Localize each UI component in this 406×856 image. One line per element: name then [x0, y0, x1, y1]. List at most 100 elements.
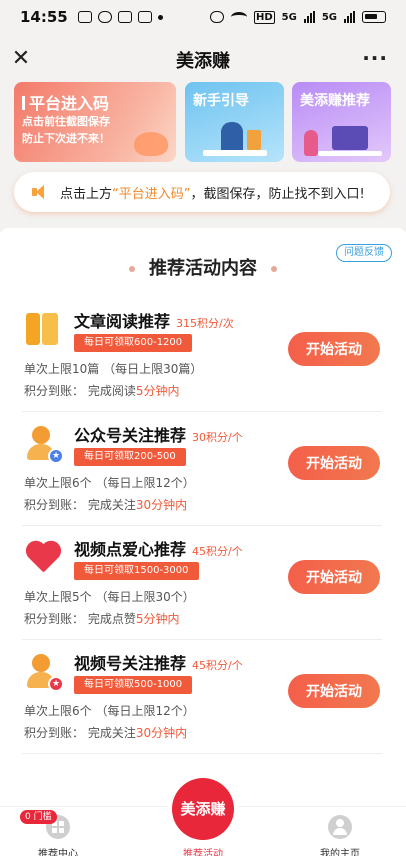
- page-title: 美添赚: [176, 51, 230, 72]
- signal-label: 5G: [281, 11, 297, 23]
- person-icon: [328, 815, 352, 839]
- system-icons: HD 5G 5G: [209, 10, 386, 24]
- task-limit: 单次上限5个 （每日上限30个）: [24, 590, 195, 604]
- more-options-icon[interactable]: ···: [362, 46, 388, 70]
- task-name-text: 公众号关注推荐: [74, 426, 187, 445]
- task-name: 视频点爱心推荐 45积分/个: [74, 536, 243, 560]
- close-icon[interactable]: ✕: [10, 48, 32, 70]
- user-head-shape: [32, 426, 50, 444]
- task-item: 视频点爱心推荐 45积分/个 每日可领取1500-3000 单次上限5个 （每日上…: [22, 526, 382, 640]
- start-activity-button[interactable]: 开始活动: [288, 560, 380, 594]
- banner-illustration: [304, 130, 318, 156]
- heart-icon: [24, 538, 62, 576]
- task-settle: 积分到账： 完成点赞5分钟内: [24, 610, 179, 627]
- banner-title: 新手引导: [193, 93, 249, 109]
- status-bar: 14:55 HD 5G 5G: [0, 0, 406, 34]
- task-settle-label: 积分到账： 完成关注: [24, 726, 136, 740]
- title-dot-icon: [271, 266, 277, 272]
- task-name-text: 视频点爱心推荐: [74, 540, 187, 559]
- task-daily-badge: 每日可领取200-500: [74, 448, 186, 466]
- section-title-text: 推荐活动内容: [149, 258, 257, 279]
- hd-label: HD: [253, 10, 275, 24]
- task-name-text: 视频号关注推荐: [74, 654, 187, 673]
- task-settle-time: 5分钟内: [135, 384, 180, 398]
- task-settle-label: 积分到账： 完成阅读: [24, 384, 136, 398]
- battery-icon: [362, 11, 386, 23]
- wechat-notification-icon: [137, 11, 152, 23]
- user-star-red-icon: ★: [24, 652, 64, 692]
- task-item: ★ 公众号关注推荐 30积分/个 每日可领取200-500 单次上限6个 （每日上…: [22, 412, 382, 526]
- task-settle: 积分到账： 完成阅读5分钟内: [24, 382, 179, 399]
- notice-text-2: ，截图保存，防止找不到入口!: [190, 186, 365, 202]
- user-star-icon: ★: [24, 424, 64, 464]
- banner-illustration: [134, 132, 168, 156]
- signal-label-2: 5G: [321, 11, 337, 23]
- task-name: 文章阅读推荐 315积分/次: [74, 308, 234, 332]
- task-settle-label: 积分到账： 完成点赞: [24, 612, 136, 626]
- chat-notification-icon: [97, 11, 112, 23]
- task-settle-time: 5分钟内: [135, 612, 180, 626]
- task-points: 45积分/个: [192, 545, 243, 558]
- task-name: 公众号关注推荐 30积分/个: [74, 422, 243, 446]
- task-limit: 单次上限6个 （每日上限12个）: [24, 476, 195, 490]
- task-item: 文章阅读推荐 315积分/次 每日可领取600-1200 单次上限10篇 （每日上…: [22, 298, 382, 412]
- task-daily-badge: 每日可领取600-1200: [74, 334, 193, 352]
- alarm-icon: [209, 11, 224, 23]
- task-name: 视频号关注推荐 45积分/个: [74, 650, 243, 674]
- task-settle-time: 30分钟内: [135, 498, 188, 512]
- notice-text: 点击上方: [60, 186, 113, 202]
- banner-illustration: [332, 126, 368, 150]
- start-activity-button[interactable]: 开始活动: [288, 674, 380, 708]
- zero-threshold-badge: 0 门槛: [20, 810, 57, 824]
- signal-icon-2: [344, 11, 355, 23]
- banner-beginner-guide[interactable]: 新手引导: [185, 82, 284, 162]
- banner-title: 美添赚推荐: [300, 93, 370, 109]
- activity-content: 问题反馈 推荐活动内容 文章阅读推荐 315积分/次 每日可领取600-1200 …: [0, 228, 406, 806]
- message-notification-icon: [117, 11, 132, 23]
- star-badge-icon: ★: [48, 676, 64, 692]
- banner-recommend[interactable]: 美添赚推荐: [292, 82, 391, 162]
- task-limit: 单次上限10篇 （每日上限30篇）: [24, 362, 203, 376]
- task-settle: 积分到账： 完成关注30分钟内: [24, 724, 187, 741]
- task-daily-badge: 每日可领取500-1000: [74, 676, 193, 694]
- task-settle-time: 30分钟内: [135, 726, 188, 740]
- nav-bar: ✕ 美添赚 ···: [0, 38, 406, 82]
- banner-illustration: [318, 151, 382, 156]
- banner-illustration: [247, 130, 261, 150]
- task-points: 45积分/个: [192, 659, 243, 672]
- tab-label: 推荐活动: [183, 849, 223, 856]
- title-dot-icon: [129, 266, 135, 272]
- book-icon: [24, 310, 62, 348]
- more-notifications-icon: [157, 14, 163, 20]
- task-points: 315积分/次: [176, 317, 234, 330]
- start-activity-button[interactable]: 开始活动: [288, 446, 380, 480]
- notification-icons: [77, 11, 163, 23]
- task-name-text: 文章阅读推荐: [74, 312, 171, 331]
- task-daily-badge: 每日可领取1500-3000: [74, 562, 199, 580]
- banner-title: 平台进入码: [22, 90, 109, 114]
- wifi-icon: [230, 12, 247, 22]
- signal-icon: [303, 11, 315, 23]
- banner-platform-code[interactable]: 平台进入码 点击前往截图保存 防止下次进不来！: [14, 82, 176, 162]
- tab-my-home[interactable]: 我的主页: [290, 807, 390, 856]
- app-notification-icon: [77, 11, 92, 23]
- banner-subtitle-2: 防止下次进不来！: [22, 132, 110, 145]
- task-settle-label: 积分到账： 完成关注: [24, 498, 136, 512]
- center-logo-button[interactable]: 美添赚: [172, 778, 234, 840]
- star-badge-icon: ★: [48, 448, 64, 464]
- notice-bar: 点击上方 “平台进入码” ，截图保存，防止找不到入口!: [14, 172, 390, 212]
- tab-label: 推荐中心: [38, 849, 78, 856]
- task-item: ★ 视频号关注推荐 45积分/个 每日可领取500-1000 单次上限6个 （每日…: [22, 640, 382, 754]
- task-limit: 单次上限6个 （每日上限12个）: [24, 704, 195, 718]
- task-points: 30积分/个: [192, 431, 243, 444]
- user-head-shape: [32, 654, 50, 672]
- task-settle: 积分到账： 完成关注30分钟内: [24, 496, 187, 513]
- tab-label: 我的主页: [320, 849, 360, 856]
- section-title: 推荐活动内容: [0, 254, 406, 280]
- banner-subtitle: 点击前往截图保存: [22, 115, 110, 128]
- status-time: 14:55: [20, 8, 68, 26]
- banner-illustration: [203, 150, 267, 156]
- speaker-icon: [30, 183, 52, 201]
- start-activity-button[interactable]: 开始活动: [288, 332, 380, 366]
- notice-highlight: “平台进入码”: [112, 186, 191, 202]
